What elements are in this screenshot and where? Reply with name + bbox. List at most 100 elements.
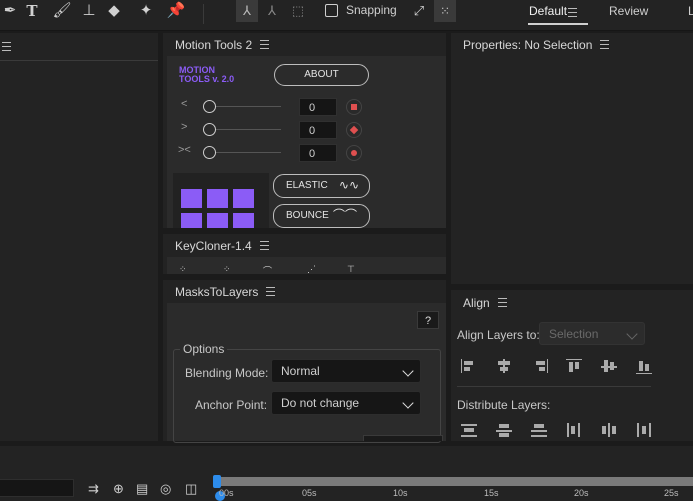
toolbar-divider: [203, 4, 204, 24]
comp-flowchart-icon[interactable]: ⇉: [88, 481, 99, 497]
align-horizontal-center-icon[interactable]: [496, 359, 512, 373]
brush-tool-icon[interactable]: 🖌: [52, 2, 72, 20]
about-button[interactable]: ABOUT: [274, 64, 369, 86]
ease-both-apply-button[interactable]: [346, 145, 362, 161]
workspace-default-label: Default: [529, 4, 568, 18]
keycloner-tool-icon[interactable]: ⁘: [223, 264, 231, 274]
keycloner-menu-icon[interactable]: [259, 241, 269, 251]
bounce-button[interactable]: BOUNCE ⌒⌒: [273, 204, 370, 228]
left-panel-menu-icon[interactable]: [2, 42, 11, 51]
bounce-label: BOUNCE: [286, 210, 329, 221]
ease-both-slider-track: [209, 152, 281, 153]
snapping-checkbox[interactable]: [325, 4, 338, 17]
distribute-horizontal-center-icon[interactable]: [601, 423, 617, 437]
properties-title-text: Properties: No Selection: [463, 38, 593, 52]
ease-in-value-input[interactable]: 0: [299, 98, 337, 116]
options-group: Options Blending Mode: Normal Anchor Poi…: [173, 342, 441, 443]
timeline-tick-label: 15s: [484, 488, 499, 498]
axis-world-icon[interactable]: ⅄: [262, 2, 282, 20]
elastic-button[interactable]: ELASTIC ∿∿: [273, 174, 370, 198]
timeline-tick-label: 20s: [574, 488, 589, 498]
keycloner-tool-icon[interactable]: ⊤: [347, 264, 355, 274]
ease-both-slider-knob[interactable]: [203, 146, 216, 159]
properties-panel: Properties: No Selection: [451, 33, 693, 284]
align-title: Align: [463, 296, 507, 310]
keycloner-tool-icon[interactable]: ⁘: [179, 264, 187, 274]
timeline-tick-label: 00s: [219, 488, 234, 498]
distribute-label: Distribute Layers:: [457, 398, 551, 412]
solo-switches-icon[interactable]: ⊕: [113, 481, 124, 497]
bounce-wave-icon: ⌒⌒: [332, 208, 357, 222]
anchor-point-select[interactable]: Do not change: [271, 391, 421, 415]
anchor-grid-cell[interactable]: [233, 189, 254, 208]
frame-blending-icon[interactable]: ▤: [136, 481, 148, 497]
masks-bottom-button[interactable]: [363, 435, 443, 441]
ease-in-row: < 0: [167, 96, 446, 118]
blending-mode-select[interactable]: Normal: [271, 359, 421, 383]
ease-both-value-input[interactable]: 0: [299, 144, 337, 162]
work-area-bar[interactable]: [216, 477, 693, 486]
workspace-tab-review[interactable]: Review: [609, 4, 648, 18]
keycloner-tool-icon[interactable]: ⌒: [263, 264, 272, 274]
top-toolbar: ✒ T 🖌 ⊥ ◆ ✦ 📌 ⅄ ⅄ ⬚ Snapping ⤢ ⁙ Default…: [0, 0, 693, 31]
properties-title: Properties: No Selection: [463, 38, 610, 52]
axis-view-icon[interactable]: ⬚: [288, 2, 308, 20]
distribute-right-icon[interactable]: [636, 423, 652, 437]
motion-tools-menu-icon[interactable]: [260, 40, 270, 50]
align-to-select[interactable]: Selection: [539, 322, 645, 345]
workspace-tab-more[interactable]: L: [688, 4, 693, 18]
puppet-tool-icon[interactable]: 📌: [166, 2, 186, 20]
masks-menu-icon[interactable]: [266, 287, 276, 297]
workspace-tab-default[interactable]: Default: [528, 0, 588, 27]
distribute-top-icon[interactable]: [461, 423, 477, 437]
playhead-marker[interactable]: [213, 475, 221, 488]
anchor-point-label: Anchor Point:: [195, 398, 268, 412]
workspace-default-menu-icon[interactable]: [568, 8, 577, 17]
anchor-grid-cell[interactable]: [233, 213, 254, 228]
align-right-icon[interactable]: [531, 359, 548, 373]
expand-icon[interactable]: ⤢: [409, 2, 429, 20]
graph-editor-icon[interactable]: ◫: [185, 481, 197, 497]
distribute-bottom-icon[interactable]: [531, 423, 547, 437]
keycloner-title-text: KeyCloner-1.4: [175, 239, 252, 253]
align-menu-icon[interactable]: [497, 298, 507, 308]
type-tool-icon[interactable]: T: [22, 2, 42, 20]
timeline-search-input[interactable]: [0, 479, 74, 497]
align-left-icon[interactable]: [461, 359, 478, 373]
anchor-point-value: Do not change: [281, 396, 360, 410]
motion-blur-icon[interactable]: ◎: [160, 481, 171, 497]
timeline-tick-label: 05s: [302, 488, 317, 498]
anchor-grid-cell[interactable]: [207, 189, 228, 208]
help-button[interactable]: ?: [417, 311, 439, 329]
properties-menu-icon[interactable]: [600, 40, 610, 50]
keycloner-body: ⁘ ⁘ ⌒ ⋰ ⊤: [167, 257, 446, 274]
anchor-grid-cell[interactable]: [207, 213, 228, 228]
ease-in-slider-track: [209, 106, 281, 107]
snap-grid-icon[interactable]: ⁙: [434, 0, 456, 22]
anchor-grid-cell[interactable]: [181, 213, 202, 228]
pen-tool-icon[interactable]: ✒: [0, 2, 20, 20]
ease-in-slider-knob[interactable]: [203, 100, 216, 113]
align-bottom-icon[interactable]: [636, 359, 652, 374]
align-top-icon[interactable]: [566, 359, 582, 374]
elastic-wave-icon: ∿∿: [338, 178, 359, 192]
distribute-left-icon[interactable]: [566, 423, 582, 437]
timeline-tick-label: 25s: [664, 488, 679, 498]
ease-in-apply-button[interactable]: [346, 99, 362, 115]
ease-out-slider-knob[interactable]: [203, 123, 216, 136]
align-title-text: Align: [463, 296, 490, 310]
anchor-grid-cell[interactable]: [181, 189, 202, 208]
keycloner-tool-icon[interactable]: ⋰: [307, 264, 316, 274]
eraser-tool-icon[interactable]: ◆: [104, 2, 124, 20]
masks-title-text: MasksToLayers: [175, 285, 259, 299]
clone-stamp-tool-icon[interactable]: ⊥: [79, 2, 99, 20]
ease-out-value-input[interactable]: 0: [299, 121, 337, 139]
axis-local-icon[interactable]: ⅄: [236, 0, 258, 22]
roto-brush-tool-icon[interactable]: ✦: [136, 2, 156, 20]
distribute-vertical-center-icon[interactable]: [496, 423, 512, 437]
align-vertical-center-icon[interactable]: [601, 359, 617, 373]
keyframe-circle-icon: [351, 150, 357, 156]
ease-out-apply-button[interactable]: [346, 122, 362, 138]
chevron-down-icon: [626, 328, 638, 340]
ease-in-symbol: <: [181, 98, 188, 110]
